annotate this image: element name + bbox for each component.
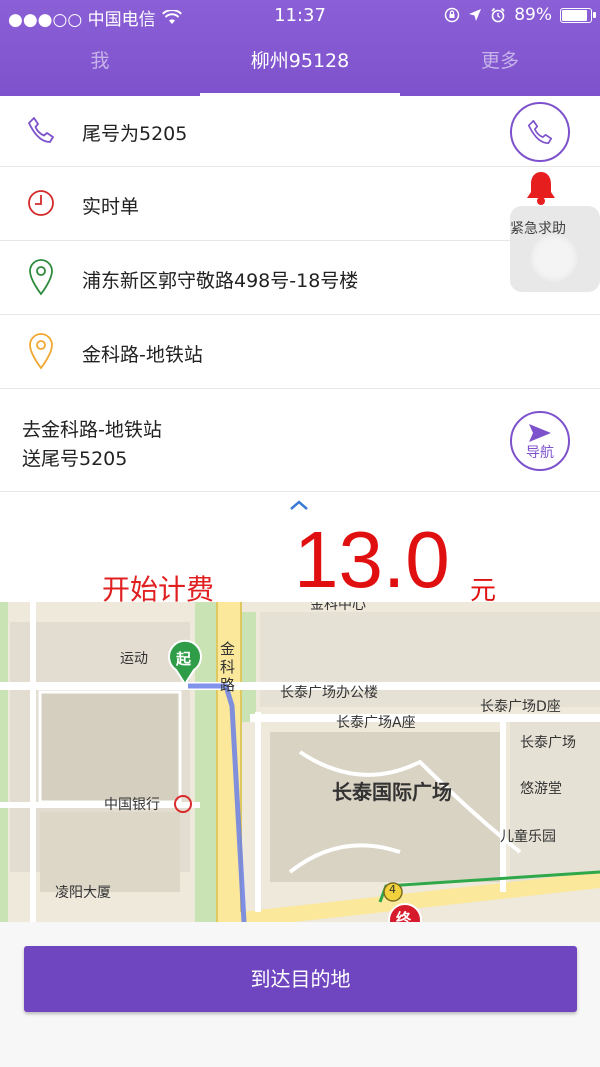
- map-label-changtai-a: 长泰广场A座: [336, 715, 416, 731]
- call-button[interactable]: [510, 102, 570, 162]
- tail-number-label: 尾号为5205: [82, 123, 188, 145]
- map-label-changtai-intl: 长泰国际广场: [332, 780, 452, 804]
- map-label-jinke-center: 金科中心: [310, 602, 366, 613]
- tab-bar: 我 柳州95128 更多: [0, 30, 600, 96]
- map-label-jinke-road: 金科路: [220, 640, 236, 694]
- tail-number-row: 尾号为5205: [0, 96, 600, 167]
- emergency-help-knob: [530, 234, 578, 282]
- pickup-address: 浦东新区郭守敬路498号-18号楼: [82, 270, 359, 292]
- navigate-button[interactable]: 导航: [510, 411, 570, 471]
- destination-pin-icon: [24, 331, 58, 371]
- nav-tail-text: 送尾号5205: [22, 448, 128, 470]
- map-label-children-park: 儿童乐园: [500, 829, 556, 845]
- phone-icon: [24, 110, 58, 150]
- phone-icon: [527, 119, 553, 145]
- order-type-label: 实时单: [82, 196, 140, 218]
- arrive-destination-button[interactable]: 到达目的地: [24, 946, 577, 1012]
- status-bar: ●●●○○ 中国电信 11:37 89%: [0, 0, 600, 30]
- destination-address: 金科路-地铁站: [82, 344, 203, 366]
- tab-me[interactable]: 我: [0, 30, 200, 96]
- map-label-changtai-e: 长泰广场: [520, 735, 576, 751]
- map-label-lingyang: 凌阳大厦: [55, 885, 111, 901]
- tab-liuzhou[interactable]: 柳州95128: [200, 30, 400, 96]
- tab-more[interactable]: 更多: [400, 30, 600, 96]
- map-label-end: 终: [396, 910, 412, 922]
- navigate-button-label: 导航: [526, 444, 554, 461]
- status-right: 89%: [444, 5, 596, 25]
- map-base: [0, 602, 600, 922]
- alarm-bell-icon: [524, 170, 558, 210]
- send-arrow-icon: [529, 423, 551, 442]
- map-label-changtai-office: 长泰广场办公楼: [280, 685, 378, 701]
- destination-row: 金科路-地铁站: [0, 315, 600, 389]
- map-label-yundong: 运动: [120, 651, 148, 667]
- alarm-icon: [491, 7, 505, 23]
- battery-percent: 89%: [514, 5, 552, 25]
- fare-amount: 13.0: [294, 515, 450, 604]
- chevron-up-icon[interactable]: [288, 498, 310, 512]
- route-map[interactable]: 金科中心 运动 起 金科路 长泰广场办公楼 长泰广场D座 长泰广场A座 长泰广场…: [0, 602, 600, 922]
- map-label-bank-of-china: 中国银行: [104, 797, 160, 813]
- battery-icon: [560, 7, 596, 23]
- header-bar: ●●●○○ 中国电信 11:37 89% 我 柳州95128 更多: [0, 0, 600, 96]
- navigation-row: 去金科路-地铁站 送尾号5205 导航: [0, 389, 600, 492]
- map-label-changtai-d: 长泰广场D座: [480, 699, 561, 715]
- clock-icon: [24, 183, 58, 223]
- map-label-bus-stop: 4: [389, 883, 396, 896]
- map-label-youyoutang: 悠游堂: [520, 781, 562, 797]
- pickup-pin-icon: [24, 257, 58, 297]
- emergency-help-button[interactable]: 紧急求助: [510, 206, 600, 292]
- nav-destination-text: 去金科路-地铁站: [22, 419, 162, 441]
- rotation-lock-icon: [444, 7, 460, 23]
- location-arrow-icon: [469, 9, 482, 21]
- map-label-start: 起: [176, 650, 192, 668]
